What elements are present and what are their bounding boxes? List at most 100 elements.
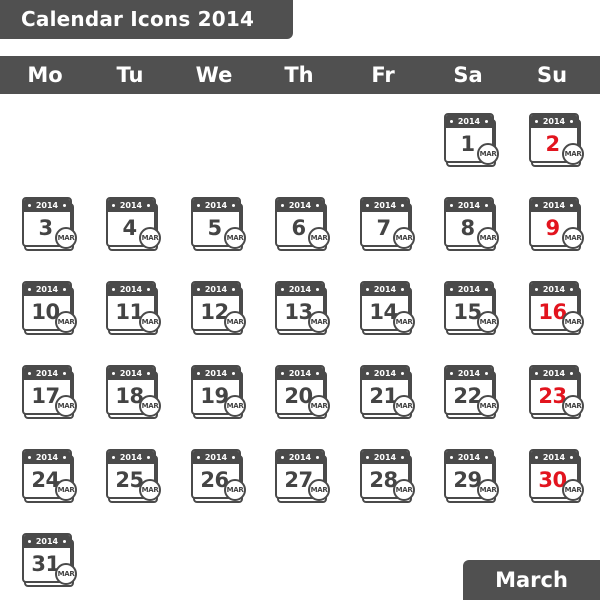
ring-hole-icon — [281, 456, 284, 459]
year-label: 2014 — [35, 369, 59, 378]
ring-hole-icon — [366, 288, 369, 291]
ring-hole-icon — [316, 456, 319, 459]
month-badge: MAR — [477, 311, 499, 333]
month-badge: MAR — [393, 395, 415, 417]
calendar-day-icon: 2014 8 MAR — [444, 197, 506, 259]
year-label: 2014 — [204, 453, 228, 462]
year-header: 2014 — [531, 283, 577, 296]
calendar-day-icon: 2014 28 MAR — [360, 449, 422, 511]
year-label: 2014 — [119, 453, 143, 462]
ring-hole-icon — [535, 120, 538, 123]
month-badge: MAR — [393, 227, 415, 249]
calendar-day-icon: 2014 27 MAR — [275, 449, 337, 511]
calendar-day-icon: 2014 14 MAR — [360, 281, 422, 343]
month-badge: MAR — [562, 143, 584, 165]
year-header: 2014 — [24, 283, 70, 296]
ring-hole-icon — [197, 204, 200, 207]
month-badge: MAR — [308, 479, 330, 501]
calendar-day-icon: 2014 20 MAR — [275, 365, 337, 427]
month-badge: MAR — [477, 395, 499, 417]
month-badge: MAR — [477, 227, 499, 249]
calendar-day-icon: 2014 6 MAR — [275, 197, 337, 259]
ring-hole-icon — [316, 288, 319, 291]
ring-hole-icon — [535, 372, 538, 375]
year-label: 2014 — [457, 453, 481, 462]
ring-hole-icon — [366, 456, 369, 459]
year-header: 2014 — [531, 367, 577, 380]
calendar-day-icon: 2014 11 MAR — [106, 281, 168, 343]
year-label: 2014 — [457, 369, 481, 378]
ring-hole-icon — [147, 372, 150, 375]
year-header: 2014 — [277, 367, 323, 380]
month-badge: MAR — [393, 311, 415, 333]
ring-hole-icon — [450, 120, 453, 123]
year-label: 2014 — [457, 285, 481, 294]
year-header: 2014 — [193, 451, 239, 464]
month-badge: MAR — [139, 479, 161, 501]
weekday-monday: Mo — [27, 63, 63, 87]
year-header: 2014 — [193, 199, 239, 212]
ring-hole-icon — [28, 456, 31, 459]
month-badge: MAR — [55, 227, 77, 249]
year-label: 2014 — [35, 201, 59, 210]
year-label: 2014 — [204, 285, 228, 294]
month-badge: MAR — [55, 311, 77, 333]
ring-hole-icon — [28, 204, 31, 207]
weekday-wednesday: We — [195, 63, 233, 87]
month-badge: MAR — [139, 395, 161, 417]
calendar-day-icon: 2014 10 MAR — [22, 281, 84, 343]
year-label: 2014 — [542, 369, 566, 378]
ring-hole-icon — [147, 204, 150, 207]
ring-hole-icon — [316, 204, 319, 207]
ring-hole-icon — [450, 456, 453, 459]
year-header: 2014 — [277, 451, 323, 464]
year-header: 2014 — [277, 283, 323, 296]
ring-hole-icon — [450, 372, 453, 375]
calendar-day-icon: 2014 1 MAR — [444, 113, 506, 175]
year-label: 2014 — [119, 369, 143, 378]
month-badge: MAR — [55, 479, 77, 501]
ring-hole-icon — [401, 372, 404, 375]
calendar-day-icon: 2014 30 MAR — [529, 449, 591, 511]
calendar-day-icon: 2014 17 MAR — [22, 365, 84, 427]
year-header: 2014 — [24, 535, 70, 548]
month-badge: MAR — [308, 311, 330, 333]
calendar-day-icon: 2014 2 MAR — [529, 113, 591, 175]
calendar-day-icon: 2014 23 MAR — [529, 365, 591, 427]
ring-hole-icon — [112, 456, 115, 459]
year-header: 2014 — [362, 451, 408, 464]
ring-hole-icon — [316, 372, 319, 375]
year-header: 2014 — [193, 283, 239, 296]
weekday-sunday: Su — [536, 63, 568, 87]
year-header: 2014 — [108, 367, 154, 380]
calendar-day-icon: 2014 29 MAR — [444, 449, 506, 511]
ring-hole-icon — [450, 288, 453, 291]
ring-hole-icon — [535, 456, 538, 459]
year-label: 2014 — [457, 117, 481, 126]
ring-hole-icon — [112, 288, 115, 291]
year-label: 2014 — [35, 285, 59, 294]
month-badge: MAR — [562, 395, 584, 417]
year-label: 2014 — [542, 285, 566, 294]
calendar-day-icon: 2014 9 MAR — [529, 197, 591, 259]
month-badge: MAR — [55, 563, 77, 585]
ring-hole-icon — [197, 372, 200, 375]
ring-hole-icon — [63, 372, 66, 375]
year-header: 2014 — [531, 115, 577, 128]
year-label: 2014 — [204, 201, 228, 210]
month-badge: MAR — [477, 143, 499, 165]
calendar-day-icon: 2014 4 MAR — [106, 197, 168, 259]
year-header: 2014 — [446, 115, 492, 128]
year-label: 2014 — [373, 453, 397, 462]
ring-hole-icon — [63, 456, 66, 459]
weekday-friday: Fr — [371, 63, 395, 87]
calendar-day-icon: 2014 24 MAR — [22, 449, 84, 511]
ring-hole-icon — [570, 288, 573, 291]
year-header: 2014 — [24, 367, 70, 380]
year-label: 2014 — [119, 201, 143, 210]
ring-hole-icon — [485, 120, 488, 123]
month-badge: MAR — [562, 311, 584, 333]
year-label: 2014 — [542, 117, 566, 126]
year-label: 2014 — [204, 369, 228, 378]
year-header: 2014 — [362, 367, 408, 380]
